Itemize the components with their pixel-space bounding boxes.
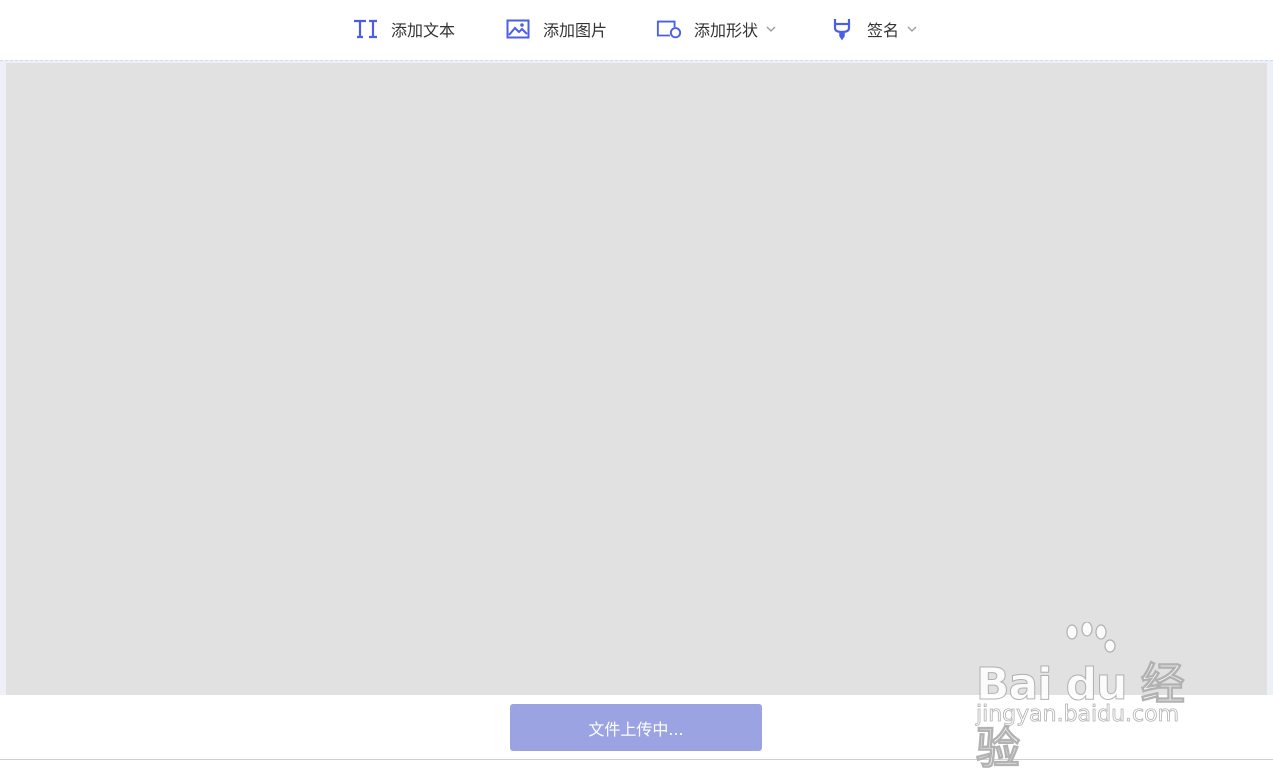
- chevron-down-icon: [907, 24, 917, 34]
- add-image-label: 添加图片: [543, 21, 608, 40]
- signature-button[interactable]: 签名: [829, 14, 917, 44]
- add-image-button[interactable]: 添加图片: [505, 14, 607, 44]
- signature-label: 签名: [867, 21, 900, 40]
- upload-status-label: 文件上传中...: [588, 719, 684, 739]
- file-uploading-button[interactable]: 文件上传中...: [510, 704, 762, 751]
- text-icon: [353, 16, 379, 42]
- document-page-placeholder: [6, 63, 1267, 696]
- editor-canvas: [0, 60, 1273, 696]
- add-shape-label: 添加形状: [694, 21, 759, 40]
- bottom-bar: 文件上传中...: [0, 695, 1273, 760]
- add-text-label: 添加文本: [391, 21, 456, 40]
- editor-toolbar: 添加文本 添加图片 添加形状 签名: [0, 0, 1273, 60]
- marker-pen-icon: [829, 16, 855, 42]
- chevron-down-icon: [766, 24, 776, 34]
- image-icon: [505, 16, 531, 42]
- add-text-button[interactable]: 添加文本: [353, 14, 455, 44]
- shape-icon: [656, 16, 682, 42]
- add-shape-button[interactable]: 添加形状: [656, 14, 776, 44]
